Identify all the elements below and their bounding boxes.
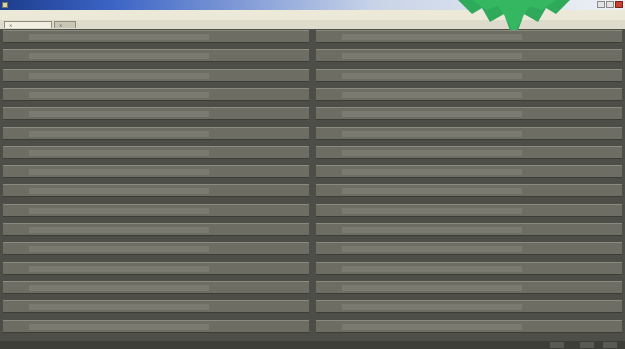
status-segment <box>550 342 564 348</box>
maximize-button[interactable] <box>606 1 614 8</box>
row-field <box>342 324 522 330</box>
table-row[interactable] <box>3 281 309 294</box>
table-row[interactable] <box>316 107 622 120</box>
row-field <box>29 208 209 214</box>
table-row[interactable] <box>316 30 622 43</box>
table-row[interactable] <box>3 184 309 197</box>
row-field <box>29 150 209 156</box>
right-column <box>316 30 622 340</box>
table-row[interactable] <box>3 107 309 120</box>
minimize-button[interactable] <box>597 1 605 8</box>
table-row[interactable] <box>316 69 622 82</box>
row-field <box>29 227 209 233</box>
row-field <box>29 304 209 310</box>
table-row[interactable] <box>316 165 622 178</box>
table-row[interactable] <box>3 49 309 62</box>
row-field <box>29 131 209 137</box>
row-field <box>29 266 209 272</box>
row-field <box>29 169 209 175</box>
status-bar <box>0 341 625 349</box>
row-field <box>342 227 522 233</box>
close-icon[interactable]: × <box>9 22 12 29</box>
row-field <box>29 34 209 40</box>
row-field <box>342 53 522 59</box>
close-icon[interactable]: × <box>59 22 62 29</box>
grid-area <box>3 30 622 340</box>
status-segment <box>580 342 594 348</box>
row-field <box>29 246 209 252</box>
row-field <box>342 285 522 291</box>
table-row[interactable] <box>3 223 309 236</box>
row-field <box>29 73 209 79</box>
table-row[interactable] <box>3 146 309 159</box>
tab-second[interactable]: × <box>54 21 76 28</box>
table-row[interactable] <box>3 242 309 255</box>
table-row[interactable] <box>3 320 309 333</box>
table-row[interactable] <box>3 88 309 101</box>
table-row[interactable] <box>3 69 309 82</box>
table-row[interactable] <box>3 262 309 275</box>
table-row[interactable] <box>316 242 622 255</box>
row-field <box>342 150 522 156</box>
close-window-button[interactable] <box>615 1 623 8</box>
row-field <box>342 92 522 98</box>
row-field <box>342 169 522 175</box>
table-row[interactable] <box>3 30 309 43</box>
window-controls <box>597 1 623 8</box>
status-segment <box>603 342 617 348</box>
row-field <box>342 34 522 40</box>
row-field <box>29 53 209 59</box>
table-row[interactable] <box>3 165 309 178</box>
table-row[interactable] <box>316 88 622 101</box>
table-row[interactable] <box>3 127 309 140</box>
row-field <box>342 304 522 310</box>
table-row[interactable] <box>3 204 309 217</box>
row-field <box>342 208 522 214</box>
row-field <box>29 92 209 98</box>
table-row[interactable] <box>316 320 622 333</box>
row-field <box>342 266 522 272</box>
table-row[interactable] <box>316 49 622 62</box>
row-field <box>29 324 209 330</box>
row-field <box>342 111 522 117</box>
table-row[interactable] <box>3 300 309 313</box>
row-field <box>29 111 209 117</box>
row-field <box>29 285 209 291</box>
app-icon <box>2 2 8 8</box>
table-row[interactable] <box>316 146 622 159</box>
table-row[interactable] <box>316 127 622 140</box>
table-row[interactable] <box>316 204 622 217</box>
row-field <box>29 188 209 194</box>
table-row[interactable] <box>316 300 622 313</box>
left-column <box>3 30 309 340</box>
table-row[interactable] <box>316 223 622 236</box>
table-row[interactable] <box>316 281 622 294</box>
tab-first[interactable]: × <box>4 21 52 28</box>
row-field <box>342 131 522 137</box>
row-field <box>342 188 522 194</box>
row-field <box>342 73 522 79</box>
row-field <box>342 246 522 252</box>
table-row[interactable] <box>316 184 622 197</box>
table-row[interactable] <box>316 262 622 275</box>
